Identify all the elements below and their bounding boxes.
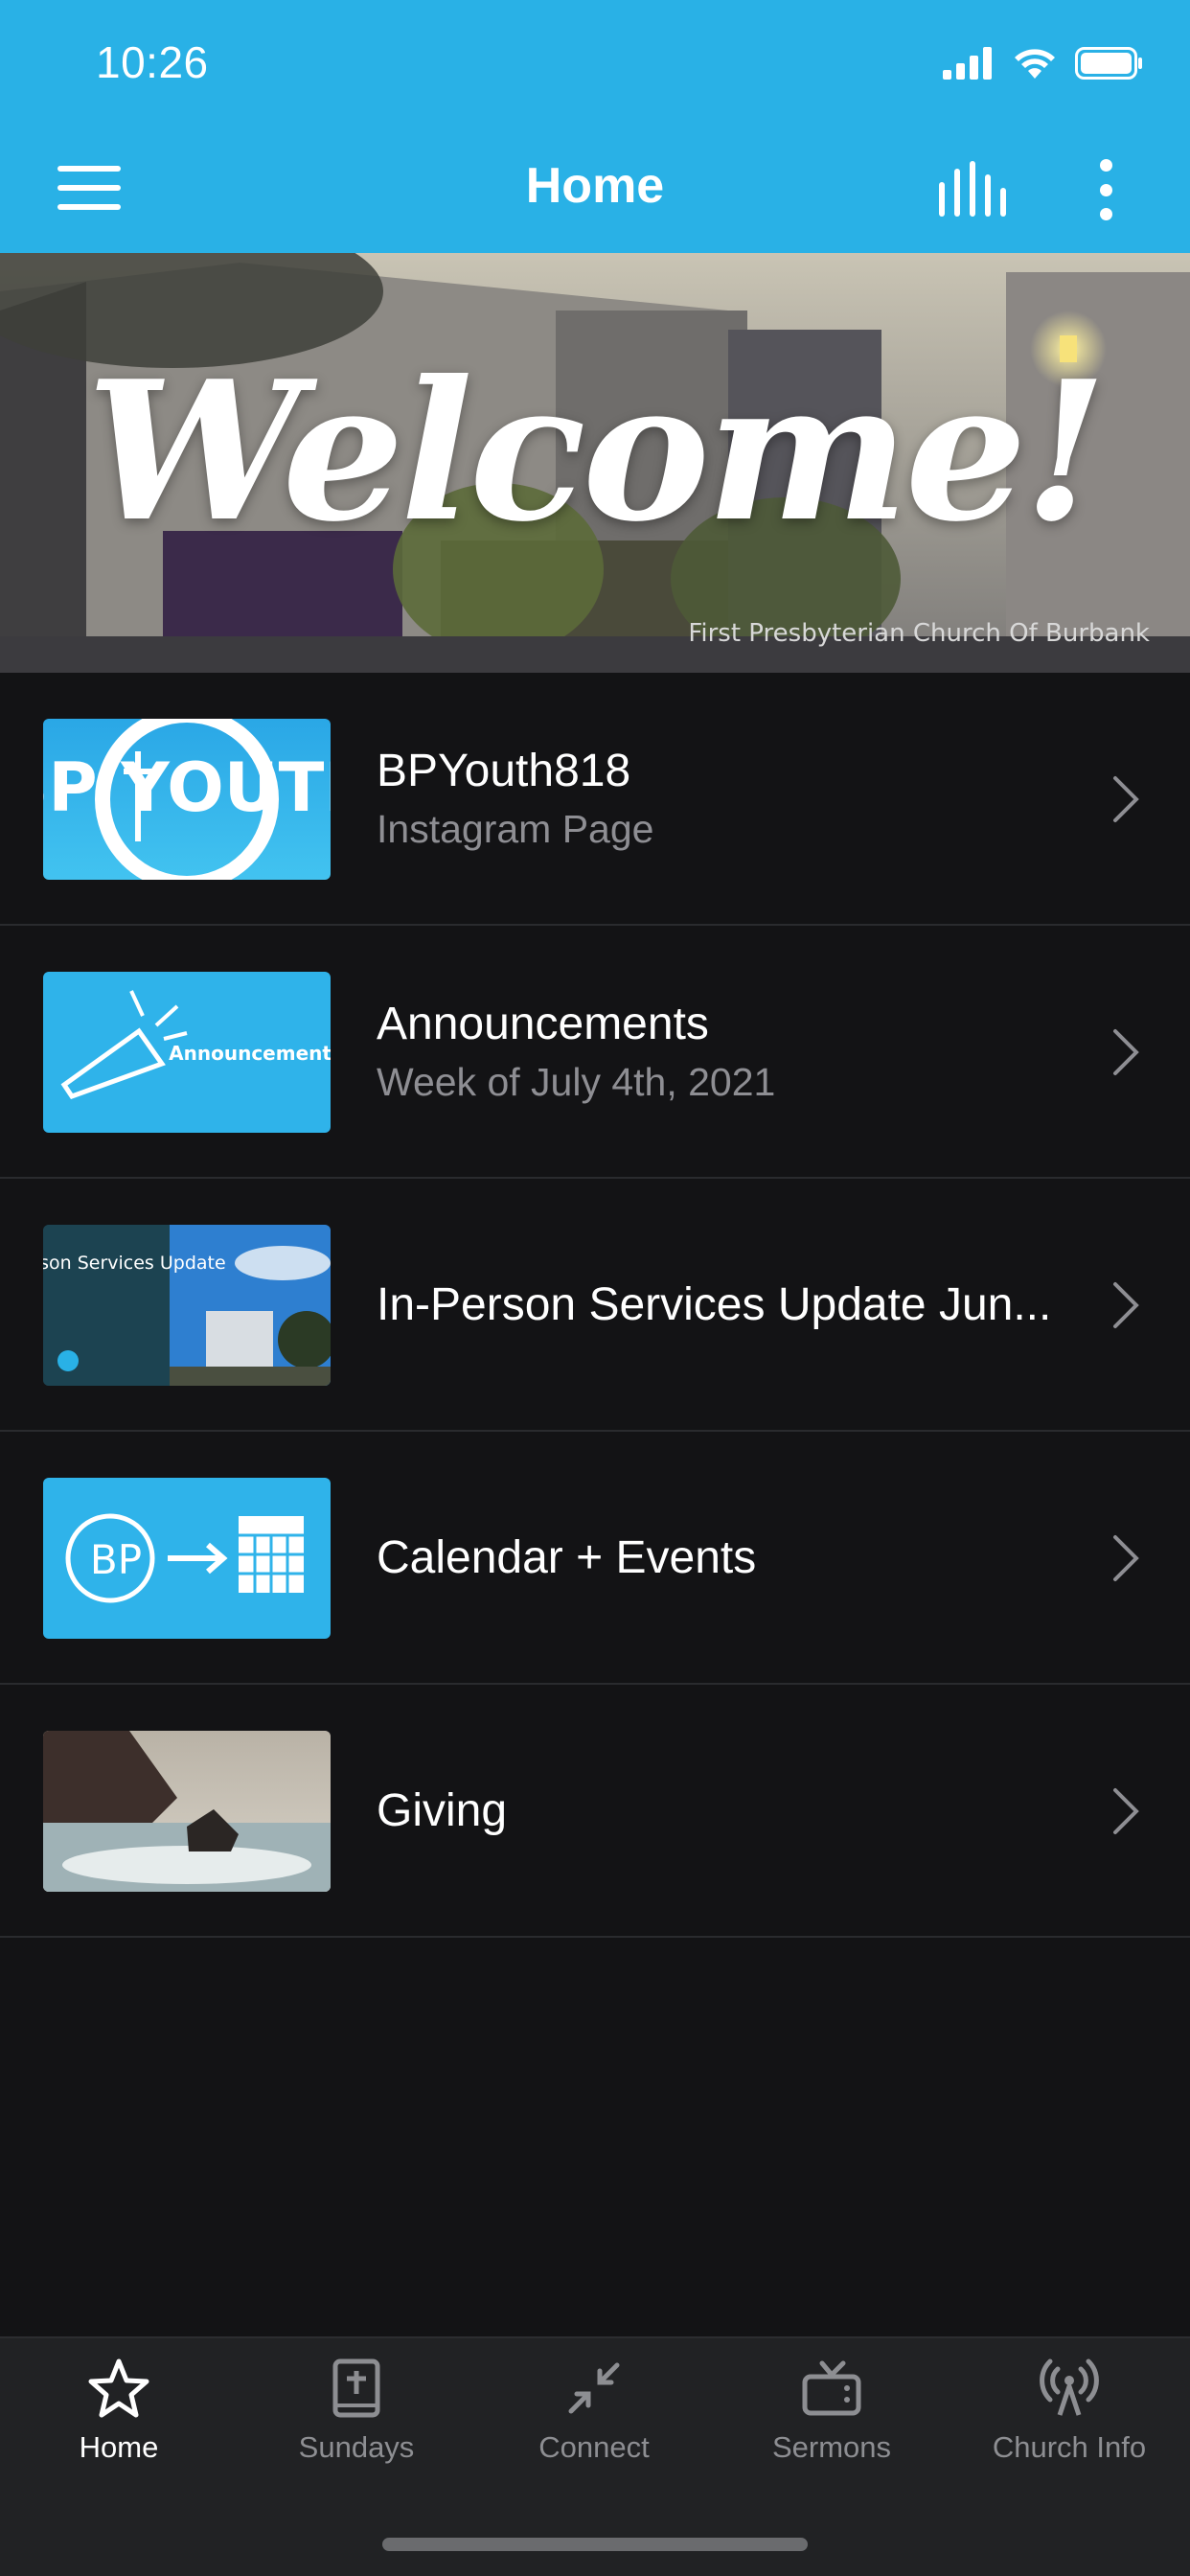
bpyouth-thumbnail: BP YOUTH: [43, 719, 331, 880]
tab-sermons[interactable]: Sermons: [713, 2358, 950, 2465]
services-update-thumbnail: In-Person Services Update: [43, 1225, 331, 1386]
list-item-bpyouth[interactable]: BP YOUTH BPYouth818 Instagram Page: [0, 673, 1190, 926]
list-item-title: BPYouth818: [377, 746, 631, 796]
list-item-announcements[interactable]: Announcements Announcements Week of July…: [0, 926, 1190, 1179]
bpyouth-thumb-text: BP YOUTH: [43, 748, 331, 827]
dot: [1100, 208, 1112, 220]
tab-sundays[interactable]: Sundays: [238, 2358, 475, 2465]
top-bar: 10:26 Home: [0, 0, 1190, 253]
home-indicator[interactable]: [382, 2538, 808, 2551]
tab-label: Sundays: [298, 2430, 415, 2464]
chevron-right-icon: [1113, 1788, 1139, 1834]
welcome-banner[interactable]: First Presbyterian Church Of Burbank Wel…: [0, 253, 1190, 673]
list-item-text: Announcements Week of July 4th, 2021: [377, 926, 1065, 1177]
list-item-giving[interactable]: Giving: [0, 1685, 1190, 1938]
calendar-thumbnail: BP: [43, 1478, 331, 1639]
calendar-thumb-text: BP: [90, 1536, 142, 1583]
list-item-subtitle: Instagram Page: [377, 807, 654, 851]
church-sign-text: First Presbyterian Church Of Burbank: [688, 619, 1150, 648]
tab-church-info[interactable]: Church Info: [950, 2358, 1188, 2465]
services-thumb-text: In-Person Services Update: [43, 1253, 226, 1274]
battery-icon: [1075, 47, 1142, 80]
content-list: BP YOUTH BPYouth818 Instagram Page Annou…: [0, 673, 1190, 1938]
list-item-subtitle: Week of July 4th, 2021: [377, 1060, 776, 1104]
dot: [1100, 159, 1112, 172]
broadcast-icon: [1040, 2358, 1099, 2416]
list-item-title: Announcements: [377, 999, 709, 1049]
chevron-right-icon: [1113, 776, 1139, 822]
wifi-icon: [1015, 49, 1055, 79]
tab-label: Connect: [538, 2430, 650, 2464]
tab-connect[interactable]: Connect: [475, 2358, 713, 2465]
star-icon: [88, 2358, 149, 2418]
signal-icon: [943, 47, 992, 80]
tab-label: Sermons: [771, 2430, 892, 2464]
list-item-text: BPYouth818 Instagram Page: [377, 673, 1065, 924]
list-item-in-person-services[interactable]: In-Person Services Update In-Person Serv…: [0, 1179, 1190, 1432]
list-item-title: In-Person Services Update Jun...: [377, 1278, 1052, 1330]
chevron-right-icon: [1113, 1029, 1139, 1075]
tab-label: Home: [79, 2430, 159, 2464]
tab-label: Church Info: [992, 2430, 1147, 2464]
list-item-title: Giving: [377, 1784, 508, 1836]
chevron-right-icon: [1113, 1535, 1139, 1581]
chevron-right-icon: [1113, 1282, 1139, 1328]
list-item-text: In-Person Services Update Jun...: [377, 1179, 1065, 1430]
dot: [1100, 183, 1112, 196]
list-item-title: Calendar + Events: [377, 1531, 757, 1583]
tv-icon: [802, 2360, 861, 2416]
status-icons: [943, 46, 1144, 80]
announcements-thumb-text: Announcements: [169, 1042, 331, 1065]
giving-thumbnail: [43, 1731, 331, 1892]
home-screen: 10:26 Home First Presbyterian Church Of …: [0, 0, 1190, 2576]
arrows-in-icon: [568, 2362, 620, 2414]
list-item-text: Calendar + Events: [377, 1432, 1065, 1683]
more-options-button[interactable]: [1100, 159, 1115, 220]
tab-home[interactable]: Home: [0, 2358, 238, 2465]
page-title: Home: [525, 158, 665, 214]
announcements-thumbnail: Announcements: [43, 972, 331, 1133]
list-item-calendar-events[interactable]: BP Calendar + Events: [0, 1432, 1190, 1685]
bible-icon: [332, 2358, 380, 2418]
audio-levels-icon[interactable]: [939, 161, 1008, 217]
status-time: 10:26: [96, 37, 209, 87]
welcome-title: Welcome!: [86, 339, 1107, 564]
list-item-text: Giving: [377, 1685, 1065, 1936]
